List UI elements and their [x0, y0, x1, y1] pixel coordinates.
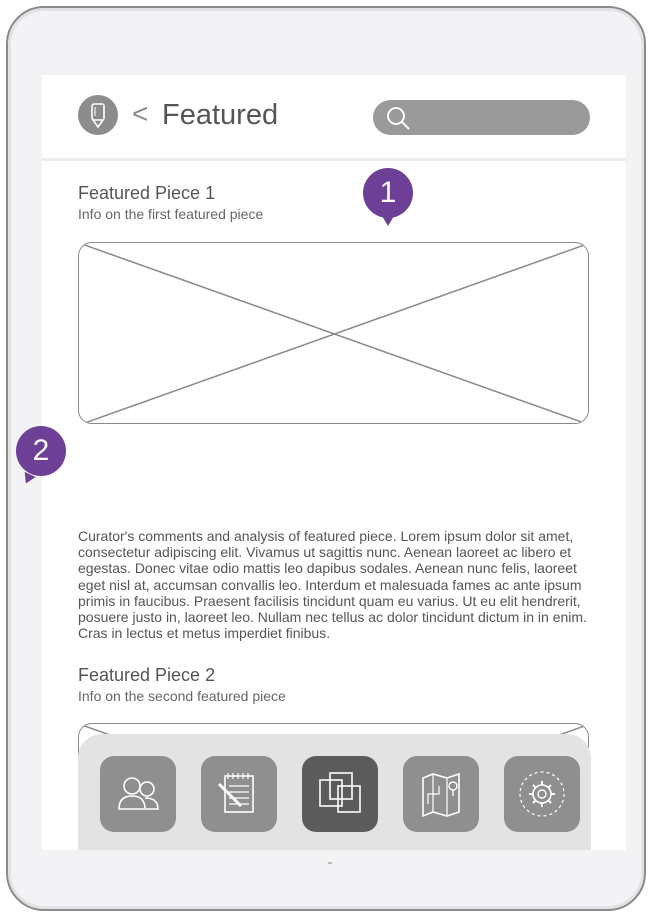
piece-1-info: Info on the first featured piece: [78, 206, 264, 222]
notepad-icon: [217, 773, 254, 813]
search-icon: [387, 107, 410, 130]
annotation-marker-1: 1: [363, 168, 413, 226]
tab-people[interactable]: [100, 756, 176, 832]
tablet-frame: < Featured Featured Piece 1 Info on the …: [6, 6, 646, 911]
map-icon: [422, 772, 460, 818]
people-icon: [118, 777, 159, 810]
piece-2-info: Info on the second featured piece: [78, 688, 286, 704]
bottom-tab-bar: [78, 734, 591, 850]
piece-2-title: Featured Piece 2: [78, 665, 216, 685]
search-input[interactable]: [373, 100, 590, 135]
back-button[interactable]: <: [132, 94, 148, 134]
tab-settings[interactable]: [504, 756, 580, 832]
settings-icon: [519, 771, 565, 817]
tab-map[interactable]: [403, 756, 479, 832]
home-indicator: [328, 862, 332, 864]
piece-1-title: Featured Piece 1: [78, 183, 216, 203]
curator-comments: Curator's comments and analysis of featu…: [78, 528, 587, 642]
app-header: < Featured: [42, 75, 626, 161]
piece-1-image-placeholder[interactable]: [78, 242, 589, 424]
annotation-marker-2: 2: [16, 426, 66, 476]
page-title: Featured: [162, 99, 279, 131]
app-logo-icon[interactable]: [78, 95, 118, 135]
tab-gallery[interactable]: [302, 756, 378, 832]
gallery-icon: [319, 772, 361, 813]
screen: < Featured Featured Piece 1 Info on the …: [42, 75, 626, 850]
tab-notes[interactable]: [201, 756, 277, 832]
